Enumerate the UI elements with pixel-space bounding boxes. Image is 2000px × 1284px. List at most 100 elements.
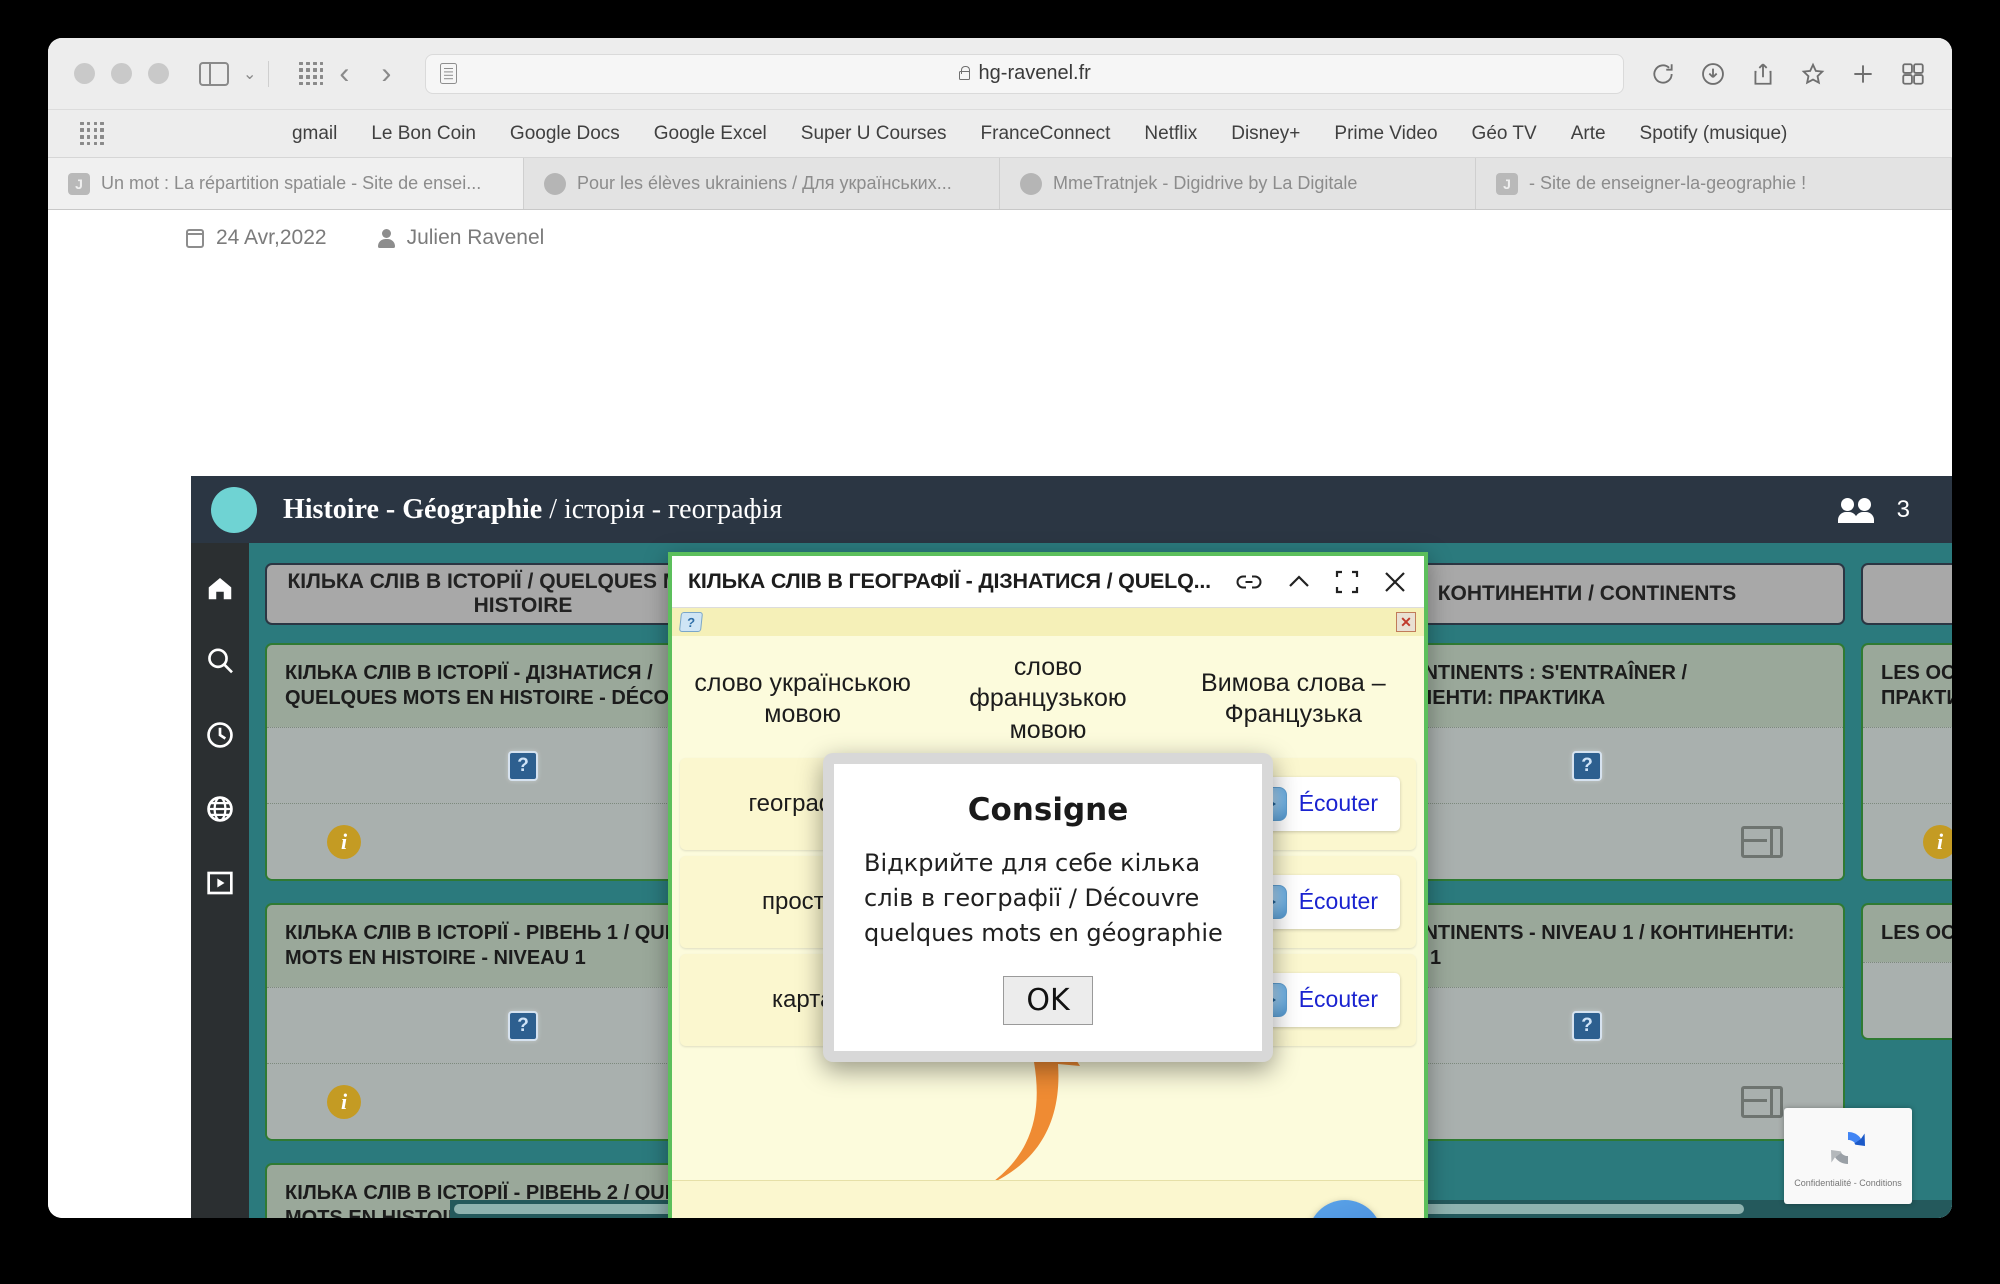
help-icon[interactable]: ? <box>508 1010 538 1041</box>
tab-strip: J Un mot : La répartition spatiale - Sit… <box>48 158 1952 210</box>
recaptcha-label: Confidentialité - Conditions <box>1794 1178 1902 1188</box>
ok-button[interactable]: OK <box>1003 976 1093 1026</box>
tab-favicon-globe-icon <box>544 172 566 195</box>
star-icon[interactable] <box>1800 61 1826 87</box>
page-content: 24 Avr,2022 Julien Ravenel Histoire - Gé… <box>48 210 1952 1218</box>
favorite-item[interactable]: gmail <box>292 123 337 145</box>
address-bar[interactable]: hg-ravenel.fr <box>425 53 1624 94</box>
column-header-uk: слово українською мовою <box>694 668 911 728</box>
validate-button[interactable] <box>1308 1200 1382 1218</box>
post-author: Julien Ravenel <box>377 226 544 250</box>
lock-icon <box>958 65 971 80</box>
listen-label: Écouter <box>1298 986 1378 1013</box>
tab-title: - Site de enseigner-la-geographie ! <box>1529 173 1807 193</box>
toolbar-divider <box>268 60 270 87</box>
close-icon[interactable] <box>1382 569 1408 595</box>
recaptcha-badge[interactable]: Confidentialité - Conditions <box>1784 1108 1912 1204</box>
maximize-window-button[interactable] <box>148 63 169 84</box>
browser-tab[interactable]: MmeTratnjek - Digidrive by La Digitale <box>1000 158 1476 209</box>
url-text: hg-ravenel.fr <box>978 62 1091 84</box>
page-title-separator: / <box>542 493 564 525</box>
tab-favicon: J <box>1496 172 1518 195</box>
listen-label: Écouter <box>1298 888 1378 915</box>
card-help-row: ? <box>1863 962 1952 1038</box>
favorite-item[interactable]: Netflix <box>1144 123 1197 145</box>
favorite-item[interactable]: Arte <box>1571 123 1606 145</box>
consigne-inner: Consigne Відкрийте для себе кілька слів … <box>834 764 1262 1052</box>
favorite-item[interactable]: Super U Courses <box>801 123 947 145</box>
column-header: LES OCÉANS / ОКЕАНИ <box>1861 563 1952 625</box>
check-box-icon <box>1325 1217 1365 1218</box>
page-title-fr: Histoire - Géographie <box>283 493 543 525</box>
share-icon[interactable] <box>1750 61 1776 87</box>
favorite-item[interactable]: Google Excel <box>654 123 767 145</box>
home-icon[interactable] <box>203 573 237 603</box>
post-meta: 24 Avr,2022 Julien Ravenel <box>48 210 1952 250</box>
chevron-up-icon[interactable] <box>1286 571 1312 593</box>
help-badge-icon[interactable]: ? <box>678 612 704 632</box>
layout-icon[interactable] <box>1741 1085 1783 1118</box>
board-card[interactable]: LES OCÉANS : S'ENTRAÎNER / ОКЕАНИ: ПРАКТ… <box>1861 643 1952 881</box>
popup-title-bar: КІЛЬКА СЛІВ В ГЕОГРАФІЇ - ДІЗНАТИСЯ / QU… <box>672 556 1424 608</box>
tab-title: Pour les élèves ukrainiens / Для українс… <box>577 173 952 193</box>
reload-icon[interactable] <box>1650 61 1676 87</box>
browser-tab[interactable]: J Un mot : La répartition spatiale - Sit… <box>48 158 524 209</box>
info-icon[interactable]: i <box>327 824 361 859</box>
favorite-item[interactable]: Prime Video <box>1334 123 1437 145</box>
info-icon[interactable]: i <box>1923 824 1952 859</box>
board-card[interactable]: LES OCÉANS - NIVEAU 1 / ОКЕАНИ: РІВЕНЬ 1… <box>1861 903 1952 1040</box>
minimize-window-button[interactable] <box>111 63 132 84</box>
card-help-row: ? <box>1863 727 1952 803</box>
video-icon[interactable] <box>204 867 236 899</box>
page-title: Histoire - Géographie / історія - геогра… <box>283 494 782 526</box>
post-date-text: 24 Avr,2022 <box>216 226 327 249</box>
tab-favicon: J <box>68 172 90 195</box>
favorite-item[interactable]: Géo TV <box>1472 123 1537 145</box>
favorite-item[interactable]: Spotify (musique) <box>1640 123 1788 145</box>
download-icon[interactable] <box>1700 61 1726 87</box>
layout-icon[interactable] <box>1741 825 1783 858</box>
listen-label: Écouter <box>1298 790 1378 817</box>
participants[interactable]: 3 <box>1837 496 1910 524</box>
browser-tab[interactable]: Pour les élèves ukrainiens / Для українс… <box>524 158 1000 209</box>
search-icon[interactable] <box>204 645 236 677</box>
link-icon[interactable] <box>1234 571 1264 593</box>
forward-arrow-icon[interactable]: › <box>365 58 407 89</box>
back-arrow-icon[interactable]: ‹ <box>323 58 365 89</box>
consigne-title: Consigne <box>967 792 1129 828</box>
close-window-button[interactable] <box>74 63 95 84</box>
card-title: LES OCÉANS : S'ENTRAÎNER / ОКЕАНИ: ПРАКТ… <box>1881 662 1952 709</box>
popup-actions <box>1234 569 1408 595</box>
help-icon[interactable]: ? <box>508 750 538 781</box>
fullscreen-icon[interactable] <box>1334 569 1360 595</box>
browser-tab[interactable]: J - Site de enseigner-la-geographie ! <box>1476 158 1952 209</box>
sidebar-icon[interactable] <box>199 61 229 86</box>
consigne-body: Відкрийте для себе кілька слів в географ… <box>864 849 1223 947</box>
info-icon[interactable]: i <box>327 1084 361 1119</box>
favorites-grid-icon[interactable] <box>80 121 104 146</box>
history-icon[interactable] <box>204 719 236 751</box>
grid-icon[interactable] <box>299 61 324 86</box>
favorite-item[interactable]: Google Docs <box>510 123 620 145</box>
favorite-item[interactable]: FranceConnect <box>981 123 1111 145</box>
consigne-dialog: Consigne Відкрийте для себе кілька слів … <box>823 753 1273 1063</box>
tab-title: Un mot : La répartition spatiale - Site … <box>101 173 482 193</box>
tab-overview-icon[interactable] <box>1900 61 1926 87</box>
popup-title: КІЛЬКА СЛІВ В ГЕОГРАФІЇ - ДІЗНАТИСЯ / QU… <box>688 569 1211 593</box>
help-icon[interactable]: ? <box>1572 750 1602 781</box>
close-badge-icon[interactable]: ✕ <box>1396 612 1416 632</box>
column-header-fr: слово французькою мовою <box>969 653 1127 744</box>
browser-window: ⌄ ‹ › hg-ravenel.fr gmail Le Bon Coin Go… <box>48 38 1952 1218</box>
help-icon[interactable]: ? <box>1572 1010 1602 1041</box>
tab-title: MmeTratnjek - Digidrive by La Digitale <box>1053 173 1358 193</box>
plus-icon[interactable] <box>1850 61 1876 87</box>
popup-subbar: ? ✕ <box>672 608 1424 636</box>
favorites-list: gmail Le Bon Coin Google Docs Google Exc… <box>292 123 1787 145</box>
favorite-item[interactable]: Le Bon Coin <box>371 123 476 145</box>
favorite-item[interactable]: Disney+ <box>1231 123 1300 145</box>
reader-icon[interactable] <box>440 63 458 84</box>
globe-icon[interactable] <box>204 793 236 825</box>
post-date: 24 Avr,2022 <box>185 226 327 250</box>
chevron-down-icon[interactable]: ⌄ <box>243 64 256 84</box>
word-table-header-row: слово українською мовою слово французько… <box>680 646 1416 752</box>
